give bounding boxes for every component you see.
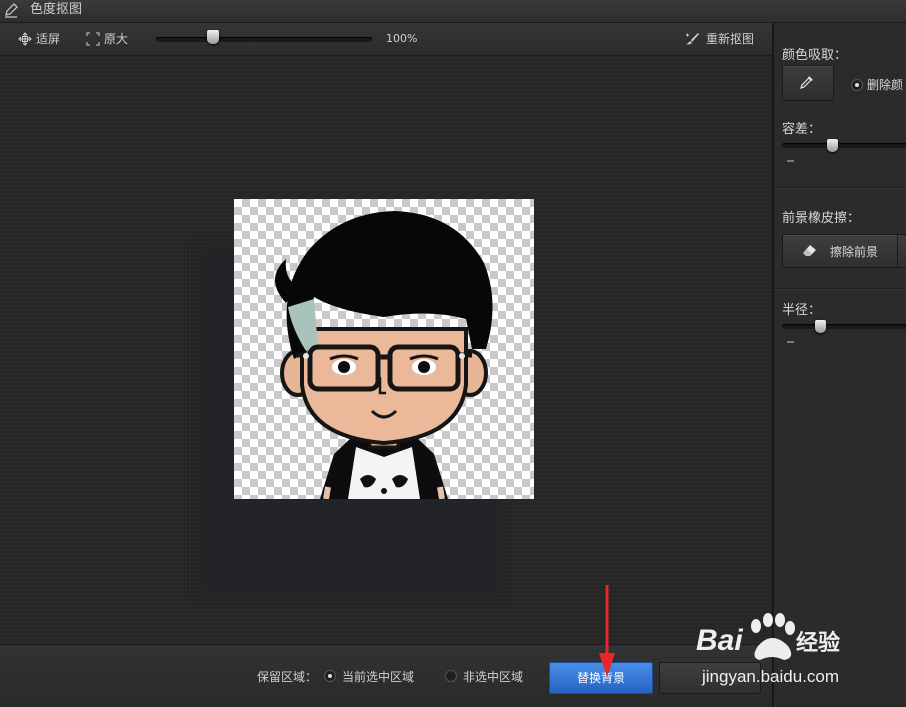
cutout-image[interactable] bbox=[234, 199, 534, 499]
tolerance-tick bbox=[787, 160, 794, 162]
tolerance-slider-track[interactable] bbox=[782, 143, 906, 148]
delete-color-radio[interactable] bbox=[851, 79, 863, 91]
non-selection-radio[interactable] bbox=[445, 670, 457, 682]
erase-foreground-button[interactable]: 擦除前景 bbox=[782, 234, 898, 268]
svg-text:经验: 经验 bbox=[796, 630, 840, 656]
cartoon-boy-avatar bbox=[275, 211, 493, 499]
brush-icon bbox=[686, 33, 699, 45]
radius-slider-track[interactable] bbox=[782, 324, 906, 329]
bottom-bar: 保留区域： 当前选中区域 非选中区域 替换背景 bbox=[0, 644, 772, 707]
radius-tick bbox=[787, 341, 794, 343]
redo-cutout-button[interactable]: 重新抠图 bbox=[684, 30, 760, 48]
color-picker-button[interactable] bbox=[782, 65, 834, 101]
title-bar: 色度抠图 bbox=[0, 0, 906, 23]
panel-divider bbox=[774, 187, 906, 189]
fit-screen-label: 适屏 bbox=[36, 32, 61, 46]
delete-color-label: 删除颜 bbox=[867, 78, 904, 92]
annotation-arrow-icon bbox=[599, 585, 615, 677]
radius-label: 半径： bbox=[782, 303, 822, 318]
keep-area-label: 保留区域： bbox=[257, 670, 318, 684]
zoom-slider-thumb[interactable] bbox=[207, 30, 219, 44]
original-size-icon bbox=[86, 32, 100, 46]
toolbar: 适屏 原大 100% 重新抠图 bbox=[0, 23, 772, 56]
color-pick-label: 颜色吸取： bbox=[782, 48, 848, 63]
zoom-slider-track[interactable] bbox=[156, 37, 372, 42]
tolerance-slider-thumb[interactable] bbox=[827, 139, 839, 152]
fit-screen-icon bbox=[18, 32, 32, 46]
erase-foreground-label: 擦除前景 bbox=[830, 245, 879, 259]
fit-screen-button[interactable]: 适屏 bbox=[18, 30, 68, 48]
redo-cutout-label: 重新抠图 bbox=[706, 32, 755, 46]
radius-slider-thumb[interactable] bbox=[815, 320, 827, 333]
current-selection-radio[interactable] bbox=[324, 670, 336, 682]
svg-text:Bai: Bai bbox=[696, 624, 743, 657]
tolerance-label: 容差： bbox=[782, 122, 822, 137]
svg-text:jingyan.baidu.com: jingyan.baidu.com bbox=[701, 667, 839, 686]
eyedropper-icon bbox=[800, 76, 813, 89]
eraser-option-button[interactable] bbox=[897, 234, 906, 268]
panel-divider bbox=[774, 288, 906, 290]
baidu-paw-logo: Bai 经验 jingyan.baidu.com bbox=[696, 613, 840, 686]
original-size-label: 原大 bbox=[104, 32, 129, 46]
zoom-value: 100% bbox=[386, 32, 418, 45]
window-title: 色度抠图 bbox=[30, 2, 83, 17]
eraser-icon bbox=[803, 245, 816, 256]
original-size-button[interactable]: 原大 bbox=[86, 30, 136, 48]
current-selection-label: 当前选中区域 bbox=[342, 670, 415, 684]
foreground-eraser-label: 前景橡皮擦： bbox=[782, 211, 861, 226]
baidu-watermark: Bai 经验 jingyan.baidu.com bbox=[692, 604, 862, 694]
pen-icon bbox=[5, 3, 18, 18]
non-selection-label: 非选中区域 bbox=[463, 670, 524, 684]
